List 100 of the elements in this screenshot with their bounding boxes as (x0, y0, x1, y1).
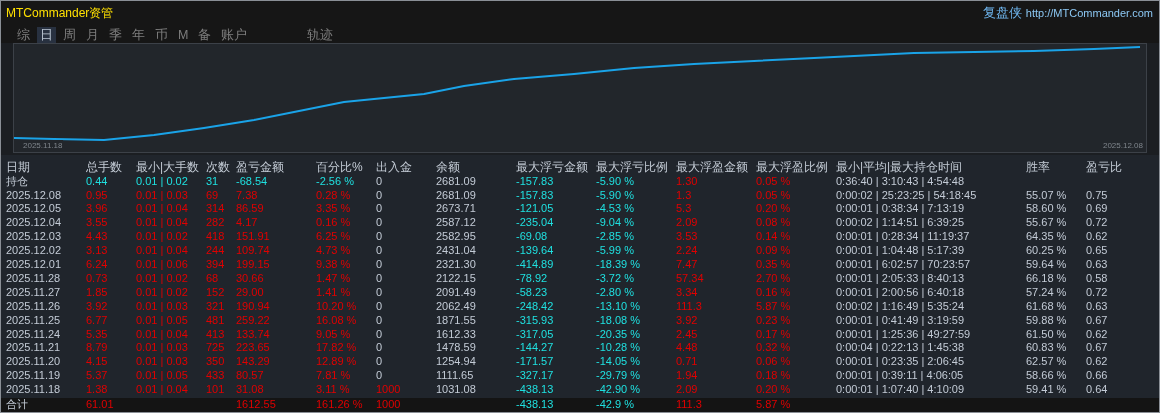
table-cell-text: 12.89 % (316, 355, 358, 370)
table-cell-text: 0.73 (86, 271, 109, 286)
table-cell-text: -157.83 (516, 188, 555, 203)
table-cell-text: 2431.04 (436, 244, 477, 259)
table-cell-text: 0.08 % (756, 216, 792, 231)
table-cell-text: 0.14 % (756, 230, 792, 245)
table-cell-text: 0:00:01 | 1:04:48 | 5:17:39 (836, 244, 966, 259)
table-cell-text: 1000 (376, 398, 402, 412)
website-link[interactable]: http://MTCommander.com (1025, 5, 1153, 22)
table-cell-text: 0:00:01 | 2:00:56 | 6:40:18 (836, 285, 966, 300)
table-cell-text: 0 (376, 271, 384, 286)
table-cell-text: -42.9 % (596, 398, 635, 412)
table-cell-text: -157.83 (516, 174, 555, 189)
table-cell-text: 1000 (376, 383, 402, 398)
period-tab[interactable]: M (175, 26, 192, 43)
table-cell-text: 2681.09 (436, 188, 477, 203)
table-cell-text: 6.77 (86, 313, 109, 328)
table-cell-text: 0.01 | 0.02 (136, 174, 189, 189)
table-cell-text: 0.01 | 0.05 (136, 369, 189, 384)
table-cell-text: 0.01 | 0.03 (136, 355, 189, 370)
table-cell-text: 1612.55 (236, 398, 277, 412)
period-tab[interactable]: 年 (129, 26, 148, 43)
table-cell-text: 2062.49 (436, 299, 477, 314)
column-header: 盈亏金额 (236, 159, 285, 175)
period-tab[interactable]: 周 (60, 26, 79, 43)
column-header: 出入金 (376, 159, 413, 175)
table-cell-text: 2673.71 (436, 202, 477, 217)
row-label: 2025.12.01 (6, 258, 63, 272)
table-cell-text: -315.93 (516, 313, 555, 328)
column-header: 最大浮亏金额 (516, 159, 589, 175)
table-cell-text: 0.44 (86, 174, 109, 189)
table-cell-text: 3.55 (86, 216, 109, 231)
table-cell-text: 58.66 % (1026, 369, 1068, 384)
table-cell-text: 0.01 | 0.04 (136, 216, 189, 231)
table-cell-text: 2.09 (676, 216, 699, 231)
table-cell-text: 0 (376, 313, 384, 328)
table-cell-text: -18.39 % (596, 258, 642, 272)
table-cell-text: 69 (206, 188, 220, 203)
period-tab[interactable]: 综 (14, 26, 33, 43)
table-cell-text: -9.04 % (596, 216, 635, 231)
table-cell-text: -2.85 % (596, 230, 635, 245)
table-cell-text: 0.67 (1086, 313, 1109, 328)
period-tab[interactable]: 币 (152, 26, 171, 43)
table-cell-text: 0 (376, 369, 384, 384)
table-cell-text: 0.16 % (316, 216, 352, 231)
period-tab[interactable]: 轨迹 (304, 26, 337, 43)
table-cell-text: 0.01 | 0.04 (136, 202, 189, 217)
table-cell-text: 1.47 % (316, 271, 352, 286)
table-cell-text: 5.87 % (756, 398, 792, 412)
table-cell-text: 9.38 % (316, 258, 352, 272)
table-cell-text: 4.48 (676, 341, 699, 356)
table-cell-text: -5.90 % (596, 188, 635, 203)
table-cell-text: 1.94 (676, 369, 699, 384)
table-cell-text: 0.20 % (756, 383, 792, 398)
table-cell-text: 0:00:02 | 25:23:25 | 54:18:45 (836, 188, 978, 203)
table-cell-text: -438.13 (516, 398, 555, 412)
column-header: 胜率 (1026, 159, 1051, 175)
table-cell-text: -121.05 (516, 202, 555, 217)
table-cell-text: 61.50 % (1026, 327, 1068, 342)
table-cell-text: -58.23 (516, 285, 549, 300)
table-cell-text: 3.13 (86, 244, 109, 259)
table-cell-text: 0.72 (1086, 285, 1109, 300)
table-cell-text: 86.59 (236, 202, 265, 217)
table-cell-text: 8.79 (86, 341, 109, 356)
table-cell-text: 2122.15 (436, 271, 477, 286)
table-cell-text: 133.74 (236, 327, 271, 342)
column-header: 最小|大手数 (136, 159, 201, 175)
table-cell-text: 3.53 (676, 230, 699, 245)
table-cell-text: 55.67 % (1026, 216, 1068, 231)
period-tab[interactable]: 季 (106, 26, 125, 43)
table-cell-text: 1871.55 (436, 313, 477, 328)
table-cell-text: 0.28 % (316, 188, 352, 203)
table-cell-text: 394 (206, 258, 226, 272)
table-cell-text: 3.35 % (316, 202, 352, 217)
table-cell-text: 199.15 (236, 258, 271, 272)
row-label: 2025.12.03 (6, 230, 63, 245)
table-cell-text: -414.89 (516, 258, 555, 272)
period-tab[interactable]: 备 (195, 26, 215, 43)
period-tab[interactable]: 月 (83, 26, 102, 43)
table-cell-text: 6.25 % (316, 230, 352, 245)
table-cell-text: 64.35 % (1026, 230, 1068, 245)
table-cell-text: 66.18 % (1026, 271, 1068, 286)
table-cell-text: 2582.95 (436, 230, 477, 245)
table-cell-text: -10.28 % (596, 341, 642, 356)
table-cell-text: 413 (206, 327, 226, 342)
table-cell-text: 29.00 (236, 285, 265, 300)
table-cell-text: 0.17 % (756, 327, 792, 342)
table-cell-text: 0:00:01 | 1:07:40 | 4:10:09 (836, 383, 966, 398)
table-cell-text: 0.01 | 0.03 (136, 299, 189, 314)
table-cell-text: 2681.09 (436, 174, 477, 189)
row-label: 2025.11.21 (6, 341, 62, 356)
table-cell-text: 62.57 % (1026, 355, 1068, 370)
table-cell-text: 0 (376, 244, 384, 259)
table-cell-text: 0.71 (676, 355, 699, 370)
table-cell-text: 0.95 (86, 188, 109, 203)
table-cell-text: -2.56 % (316, 174, 355, 189)
period-tab[interactable]: 日 (37, 26, 56, 43)
table-cell-text: -5.99 % (596, 244, 635, 259)
table-cell-text: -248.42 (516, 299, 555, 314)
period-tab[interactable]: 账户 (218, 26, 251, 43)
